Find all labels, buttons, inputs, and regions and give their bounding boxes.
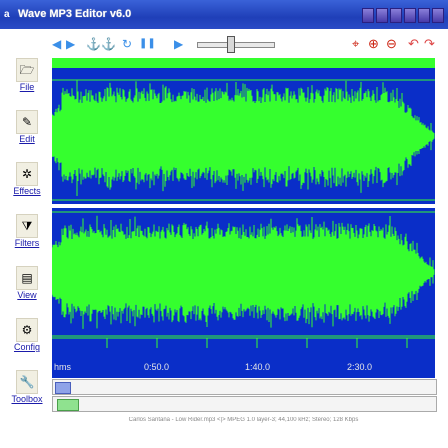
timeline-label: hms — [54, 362, 72, 372]
titlebar-button[interactable] — [432, 8, 444, 23]
zoom-in-icon[interactable]: ⊕ — [368, 35, 379, 53]
mark-out-icon[interactable]: ⚓ — [101, 35, 116, 53]
timeline-label: 2:30.0 — [347, 362, 373, 372]
waveform-display[interactable] — [52, 58, 435, 378]
view-icon: ▤ — [16, 266, 38, 290]
app-icon: a — [4, 9, 10, 20]
sidebar-item-effects[interactable]: ✲ Effects — [8, 160, 46, 212]
loop-icon[interactable]: ↻ — [122, 35, 132, 53]
waveform-channel — [52, 215, 435, 329]
sidebar-item-label: Config — [13, 342, 40, 352]
timeline-label: 0:50.0 — [144, 362, 170, 372]
status-bar: Carlos Santana - Low Rider.mp3 <|> MPEG … — [128, 417, 359, 423]
rewind-icon[interactable]: ◀ — [52, 35, 61, 53]
sidebar-item-label: Edit — [19, 134, 35, 144]
sidebar-item-label: Filters — [14, 238, 40, 248]
sidebar-item-toolbox[interactable]: 🔧 Toolbox — [8, 368, 46, 420]
overview-bar — [52, 58, 435, 68]
position-slider-track[interactable] — [197, 42, 275, 48]
titlebar-buttons — [362, 8, 444, 23]
titlebar-button[interactable] — [418, 8, 430, 23]
titlebar-button[interactable] — [362, 8, 374, 23]
scroll-thumb[interactable] — [55, 382, 71, 394]
sidebar-item-edit[interactable]: ✎ Edit — [8, 108, 46, 160]
config-icon: ⚙ — [16, 318, 38, 342]
filters-icon: ⧩ — [16, 214, 38, 238]
window-title: Wave MP3 Editor v6.0 — [18, 8, 132, 20]
sidebar-item-view[interactable]: ▤ View — [8, 264, 46, 316]
sidebar-item-label: File — [19, 82, 35, 92]
mark-in-icon[interactable]: ⚓ — [86, 35, 101, 53]
sidebar-item-filters[interactable]: ⧩ Filters — [8, 212, 46, 264]
edit-icon: ✎ — [16, 110, 38, 134]
timeline-label: 1:40.0 — [245, 362, 271, 372]
waveform-svg[interactable] — [52, 58, 435, 378]
file-icon: 🗁 — [16, 58, 38, 82]
title-bar: a Wave MP3 Editor v6.0 — [0, 0, 448, 29]
undo-icon[interactable]: ↶ — [408, 35, 419, 53]
titlebar-button[interactable] — [404, 8, 416, 23]
titlebar-button[interactable] — [390, 8, 402, 23]
zoom-fit-icon[interactable]: ⌖ — [352, 35, 359, 53]
redo-icon[interactable]: ↷ — [424, 35, 435, 53]
volume-bar[interactable] — [52, 396, 437, 412]
zoom-out-icon[interactable]: ⊖ — [386, 35, 397, 53]
toolbar: ◀ ▶ ⚓ ⚓ ↻ ❚❚ ▶ ⌖ ⊕ ⊖ ↶ ↷ — [52, 35, 442, 53]
sidebar-item-label: Toolbox — [11, 394, 43, 404]
sidebar-item-label: Effects — [13, 186, 41, 196]
volume-thumb[interactable] — [57, 399, 79, 411]
play-icon[interactable]: ▶ — [174, 35, 183, 53]
channel-divider — [52, 204, 435, 208]
sidebar: 🗁 File ✎ Edit ✲ Effects ⧩ Filters ▤ View ⚙ Config 🔧 T… — [8, 56, 46, 412]
position-slider-thumb[interactable] — [227, 36, 235, 53]
forward-icon[interactable]: ▶ — [66, 35, 75, 53]
pause-icon[interactable]: ❚❚ — [139, 35, 156, 53]
toolbox-icon: 🔧 — [16, 370, 38, 394]
sidebar-item-config[interactable]: ⚙ Config — [8, 316, 46, 368]
sidebar-item-file[interactable]: 🗁 File — [8, 56, 46, 108]
titlebar-button[interactable] — [376, 8, 388, 23]
effects-icon: ✲ — [16, 162, 38, 186]
horizontal-scrollbar[interactable] — [52, 379, 437, 395]
waveform-channel — [52, 80, 435, 196]
sidebar-item-label: View — [17, 290, 37, 300]
